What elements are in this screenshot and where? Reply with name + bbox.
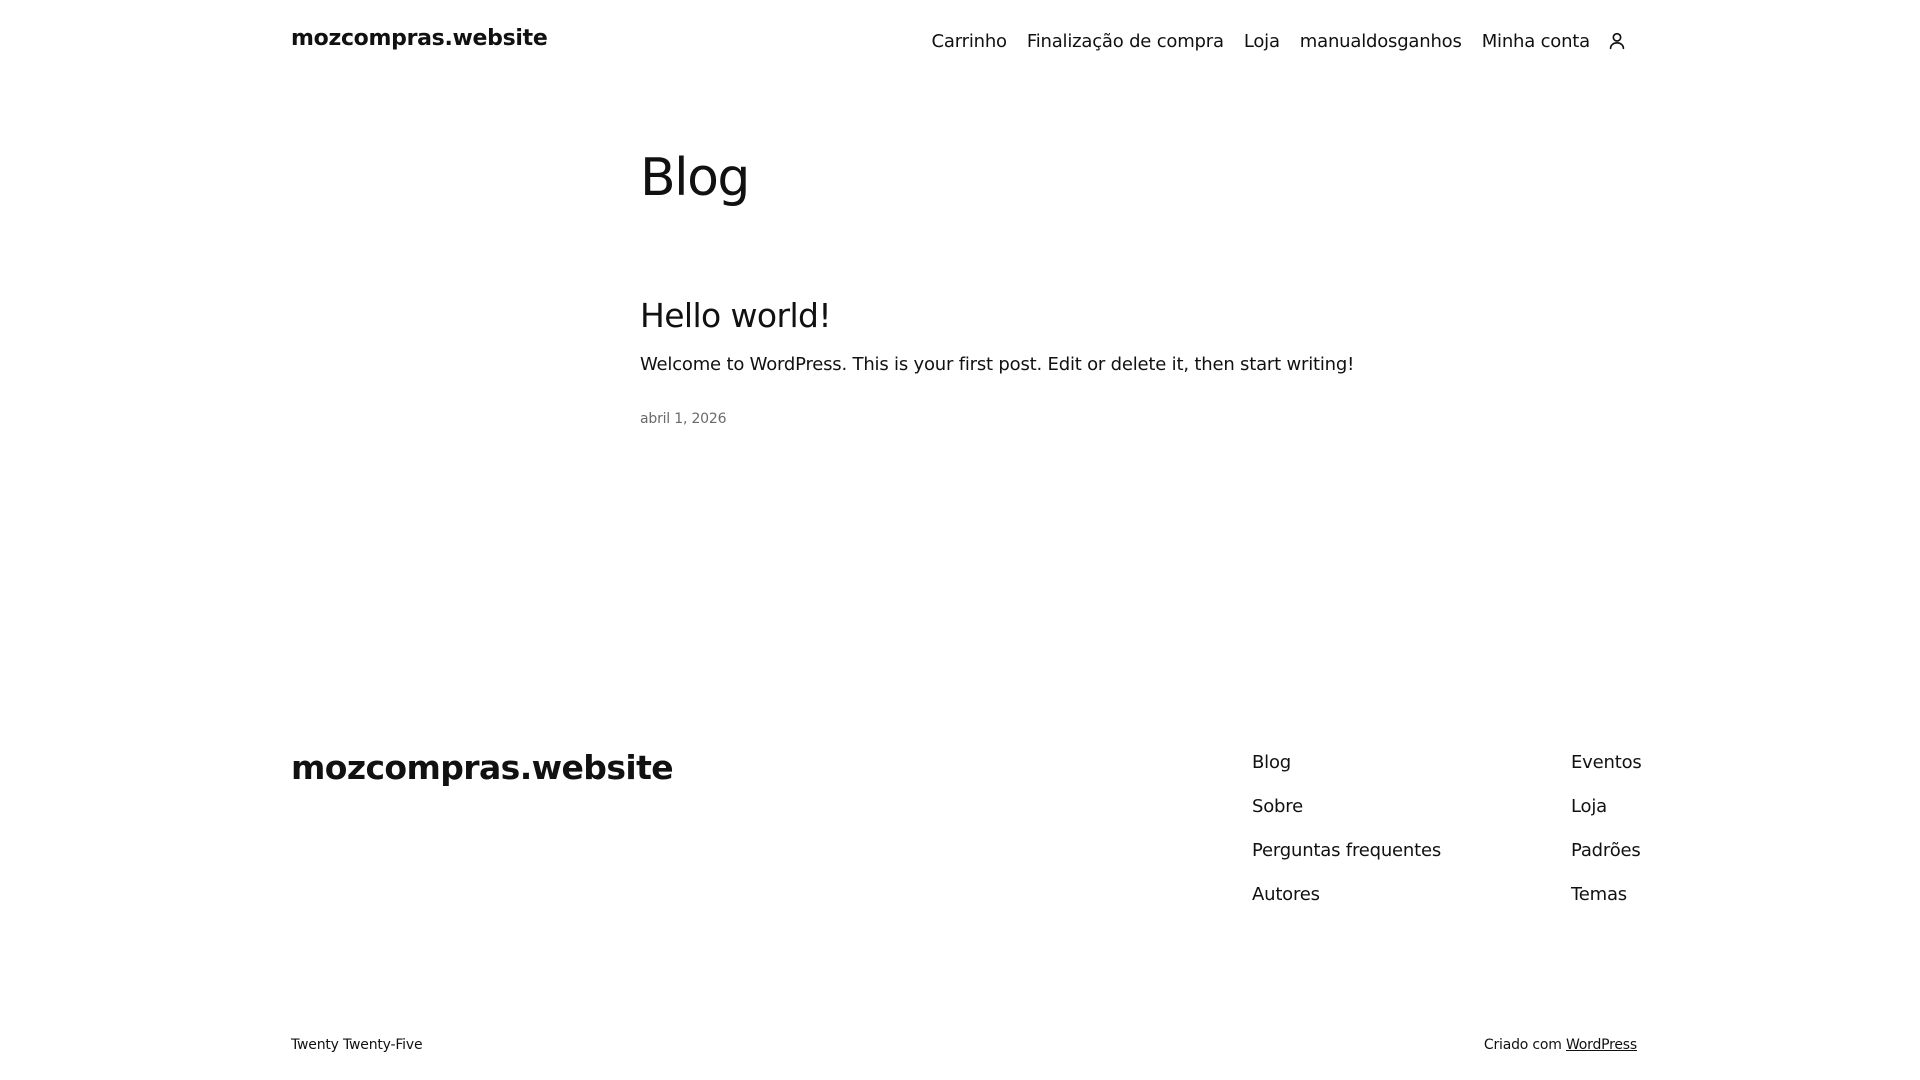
nav-item-carrinho[interactable]: Carrinho xyxy=(932,31,1008,52)
nav-item-finalizacao-de-compra[interactable]: Finalização de compra xyxy=(1027,31,1224,52)
wordpress-link[interactable]: WordPress xyxy=(1566,1037,1637,1053)
post-date: abril 1, 2026 xyxy=(640,411,727,427)
user-icon[interactable] xyxy=(1604,28,1630,54)
footer-link-loja[interactable]: Loja xyxy=(1571,795,1642,839)
nav-item-manualdosganhos[interactable]: manualdosganhos xyxy=(1300,31,1462,52)
page-title: Blog xyxy=(640,148,750,208)
nav-item-loja[interactable]: Loja xyxy=(1244,31,1280,52)
site-title-link[interactable]: mozcompras.website xyxy=(291,26,548,51)
primary-navigation: Carrinho Finalização de compra Loja manu… xyxy=(932,28,1630,54)
theme-credit: Twenty Twenty-Five xyxy=(291,1037,423,1053)
powered-by-prefix: Criado com xyxy=(1483,1037,1566,1053)
footer-link-temas[interactable]: Temas xyxy=(1571,883,1642,927)
nav-item-minha-conta[interactable]: Minha conta xyxy=(1482,31,1591,52)
footer-nav-column-2: Eventos Loja Padrões Temas xyxy=(1571,751,1642,927)
footer-link-perguntas-frequentes[interactable]: Perguntas frequentes xyxy=(1252,839,1441,883)
footer-link-autores[interactable]: Autores xyxy=(1252,883,1441,927)
footer-nav-column-1: Blog Sobre Perguntas frequentes Autores xyxy=(1252,751,1441,927)
powered-by: Criado com WordPress xyxy=(1484,1037,1637,1053)
footer-site-title-link[interactable]: mozcompras.website xyxy=(291,748,674,787)
post-title-link[interactable]: Hello world! xyxy=(640,296,832,336)
footer-link-sobre[interactable]: Sobre xyxy=(1252,795,1441,839)
footer-link-eventos[interactable]: Eventos xyxy=(1571,751,1642,795)
footer-link-padroes[interactable]: Padrões xyxy=(1571,839,1642,883)
footer-link-blog[interactable]: Blog xyxy=(1252,751,1441,795)
post-excerpt: Welcome to WordPress. This is your first… xyxy=(640,354,1355,375)
